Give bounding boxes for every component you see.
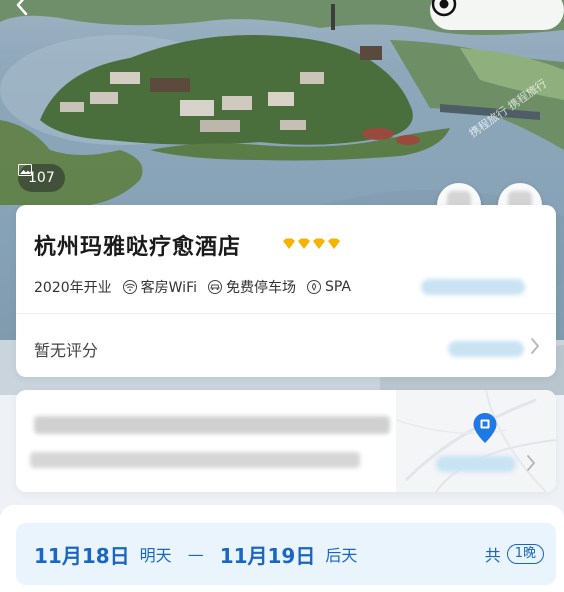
blurred-address — [34, 416, 390, 434]
checkout-day: 后天 — [325, 546, 358, 565]
opened-year: 2020年开业 — [34, 280, 112, 296]
checkin-day: 明天 — [139, 546, 172, 565]
total-prefix: 共 — [484, 546, 501, 565]
checkin-date[interactable]: 11月18日 — [34, 540, 130, 569]
parking-icon — [208, 280, 222, 294]
back-button[interactable] — [14, 0, 48, 24]
chevron-right-icon — [531, 338, 540, 354]
date-section: 11月18日 明天 — 11月19日 后天 共 1晚 — [0, 505, 564, 592]
address-card[interactable] — [16, 390, 556, 492]
nights-badge: 1晚 — [506, 544, 544, 564]
spa-icon — [307, 280, 321, 294]
photo-count-badge[interactable]: 107 — [18, 164, 65, 192]
facility-list[interactable]: 2020年开业 客房WiFi 免费停车场 SPA — [34, 277, 526, 297]
facility-wifi: 客房WiFi — [122, 277, 197, 297]
rating-row[interactable]: 暂无评分 — [16, 313, 556, 377]
facility-spa: SPA — [306, 279, 351, 295]
wifi-icon — [122, 280, 137, 294]
map-pin-icon — [473, 413, 497, 443]
blurred-review-link — [448, 341, 524, 357]
diamond-rating — [282, 238, 344, 250]
capsule-menu — [430, 0, 564, 30]
facility-parking: 免费停车场 — [207, 277, 296, 297]
blurred-map-link — [436, 456, 516, 472]
facility-label: 客房WiFi — [140, 280, 197, 296]
chevron-right-icon — [527, 455, 536, 471]
rating-label: 暂无评分 — [34, 341, 99, 360]
image-icon — [18, 164, 32, 176]
facility-label: SPA — [325, 279, 352, 295]
date-selector[interactable]: 11月18日 明天 — 11月19日 后天 共 1晚 — [16, 523, 556, 585]
hotel-info-card: 杭州玛雅哒疗愈酒店 2020年开业 客房WiFi 免费停车场 SPA 暂无评分 — [16, 205, 556, 377]
facility-label: 免费停车场 — [226, 280, 296, 296]
blurred-distance — [30, 452, 360, 468]
back-arrow-icon — [16, 0, 28, 16]
checkout-date[interactable]: 11月19日 — [220, 540, 316, 569]
total-nights: 共 1晚 — [485, 542, 544, 566]
blurred-link — [421, 279, 526, 295]
target-close-icon — [431, 0, 457, 17]
photo-count: 107 — [28, 170, 55, 186]
close-miniapp-button[interactable] — [431, 0, 551, 27]
hotel-name: 杭州玛雅哒疗愈酒店 — [34, 235, 242, 260]
diamond-icons — [283, 238, 340, 249]
date-separator: — — [187, 544, 204, 564]
